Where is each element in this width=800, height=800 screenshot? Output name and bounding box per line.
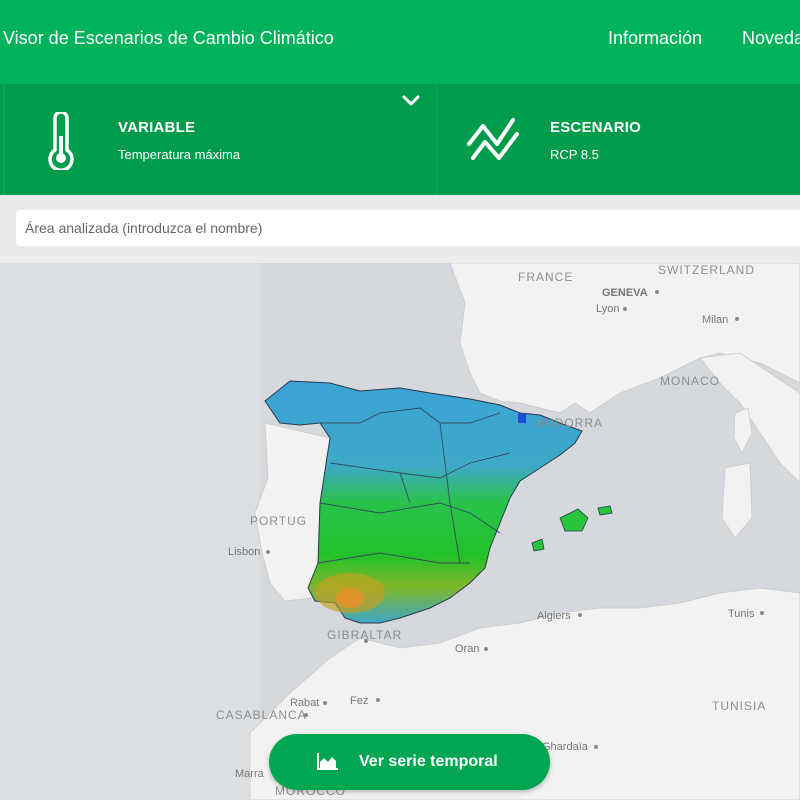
map-label-oran: Oran xyxy=(455,643,479,655)
map-label-monaco: MONACO xyxy=(660,374,720,388)
scenario-selector[interactable]: ESCENARIO RCP 8.5 xyxy=(437,84,800,195)
scenario-title: ESCENARIO xyxy=(550,119,641,136)
map-label-tunisia: TUNISIA xyxy=(712,699,766,713)
area-chart-icon xyxy=(317,752,339,775)
map-label-switzerland: SWITZERLAND xyxy=(658,263,755,277)
map-label-france: FRANCE xyxy=(518,270,573,284)
scenario-value: RCP 8.5 xyxy=(550,147,599,162)
view-time-series-button[interactable]: Ver serie temporal xyxy=(269,734,550,790)
map-label-lisbon: Lisbon xyxy=(228,546,260,558)
map-label-tunis: Tunis xyxy=(728,608,755,620)
top-nav-bar: Visor de Escenarios de Cambio Climático … xyxy=(0,0,800,84)
view-time-series-label: Ver serie temporal xyxy=(359,753,498,770)
chevron-down-icon[interactable] xyxy=(402,94,420,113)
trend-lines-icon xyxy=(465,114,523,169)
map-label-algiers: Algiers xyxy=(537,610,571,622)
map-label-casablanca: CASABLANCA xyxy=(216,708,307,722)
map-label-geneva: GENEVA xyxy=(602,287,648,299)
map-label-portugal: PORTUG xyxy=(250,514,307,528)
area-search-input[interactable] xyxy=(16,210,800,246)
selector-strip: VARIABLE Temperatura máxima ESCENARIO RC… xyxy=(0,84,800,195)
map-canvas[interactable]: FRANCE SWITZERLAND MONACO PORTUG GIBRALT… xyxy=(0,263,800,800)
map-label-lyon: Lyon xyxy=(596,303,619,315)
nav-link-novedades[interactable]: Noveda xyxy=(742,28,800,49)
map-label-ghardaia: Ghardaïa xyxy=(542,741,589,753)
map-label-andorra: ANDORRA xyxy=(536,416,603,430)
search-row xyxy=(0,195,800,263)
map-label-marrakesh: Marra xyxy=(235,768,265,780)
variable-value: Temperatura máxima xyxy=(118,147,241,162)
variable-title: VARIABLE xyxy=(118,119,196,136)
map-label-fez: Fez xyxy=(350,695,368,707)
variable-selector[interactable]: VARIABLE Temperatura máxima xyxy=(0,84,437,195)
app-title: Visor de Escenarios de Cambio Climático xyxy=(3,28,334,48)
map-view[interactable]: FRANCE SWITZERLAND MONACO PORTUG GIBRALT… xyxy=(0,263,800,800)
nav-link-informacion[interactable]: Información xyxy=(608,28,702,49)
thermometer-icon xyxy=(45,110,77,175)
map-label-milan: Milan xyxy=(702,314,728,326)
